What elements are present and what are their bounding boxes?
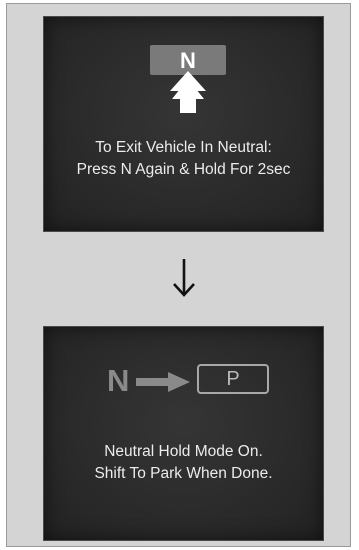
neutral-hold-message: Neutral Hold Mode On. Shift To Park When… [44,441,323,485]
down-arrow-icon [173,259,195,297]
park-gear-indicator: P [197,364,269,394]
exit-neutral-message: To Exit Vehicle In Neutral: Press N Agai… [44,137,323,181]
neutral-hold-message-line2: Shift To Park When Done. [94,465,273,482]
exit-neutral-message-line2: Press N Again & Hold For 2sec [76,161,291,178]
display-screen-exit-neutral: N To Exit Vehicle In Neutral: Press N Ag… [43,16,324,232]
neutral-hold-message-line1: Neutral Hold Mode On. [104,443,263,460]
up-arrow-icon [170,71,206,113]
from-gear-neutral: N [107,363,130,398]
right-arrow-icon [136,372,190,392]
exit-neutral-message-line1: To Exit Vehicle In Neutral: [95,139,272,156]
display-screen-neutral-hold: N P Neutral Hold Mode On. Shift To Park … [43,326,324,541]
illustration-frame: N To Exit Vehicle In Neutral: Press N Ag… [6,3,351,547]
